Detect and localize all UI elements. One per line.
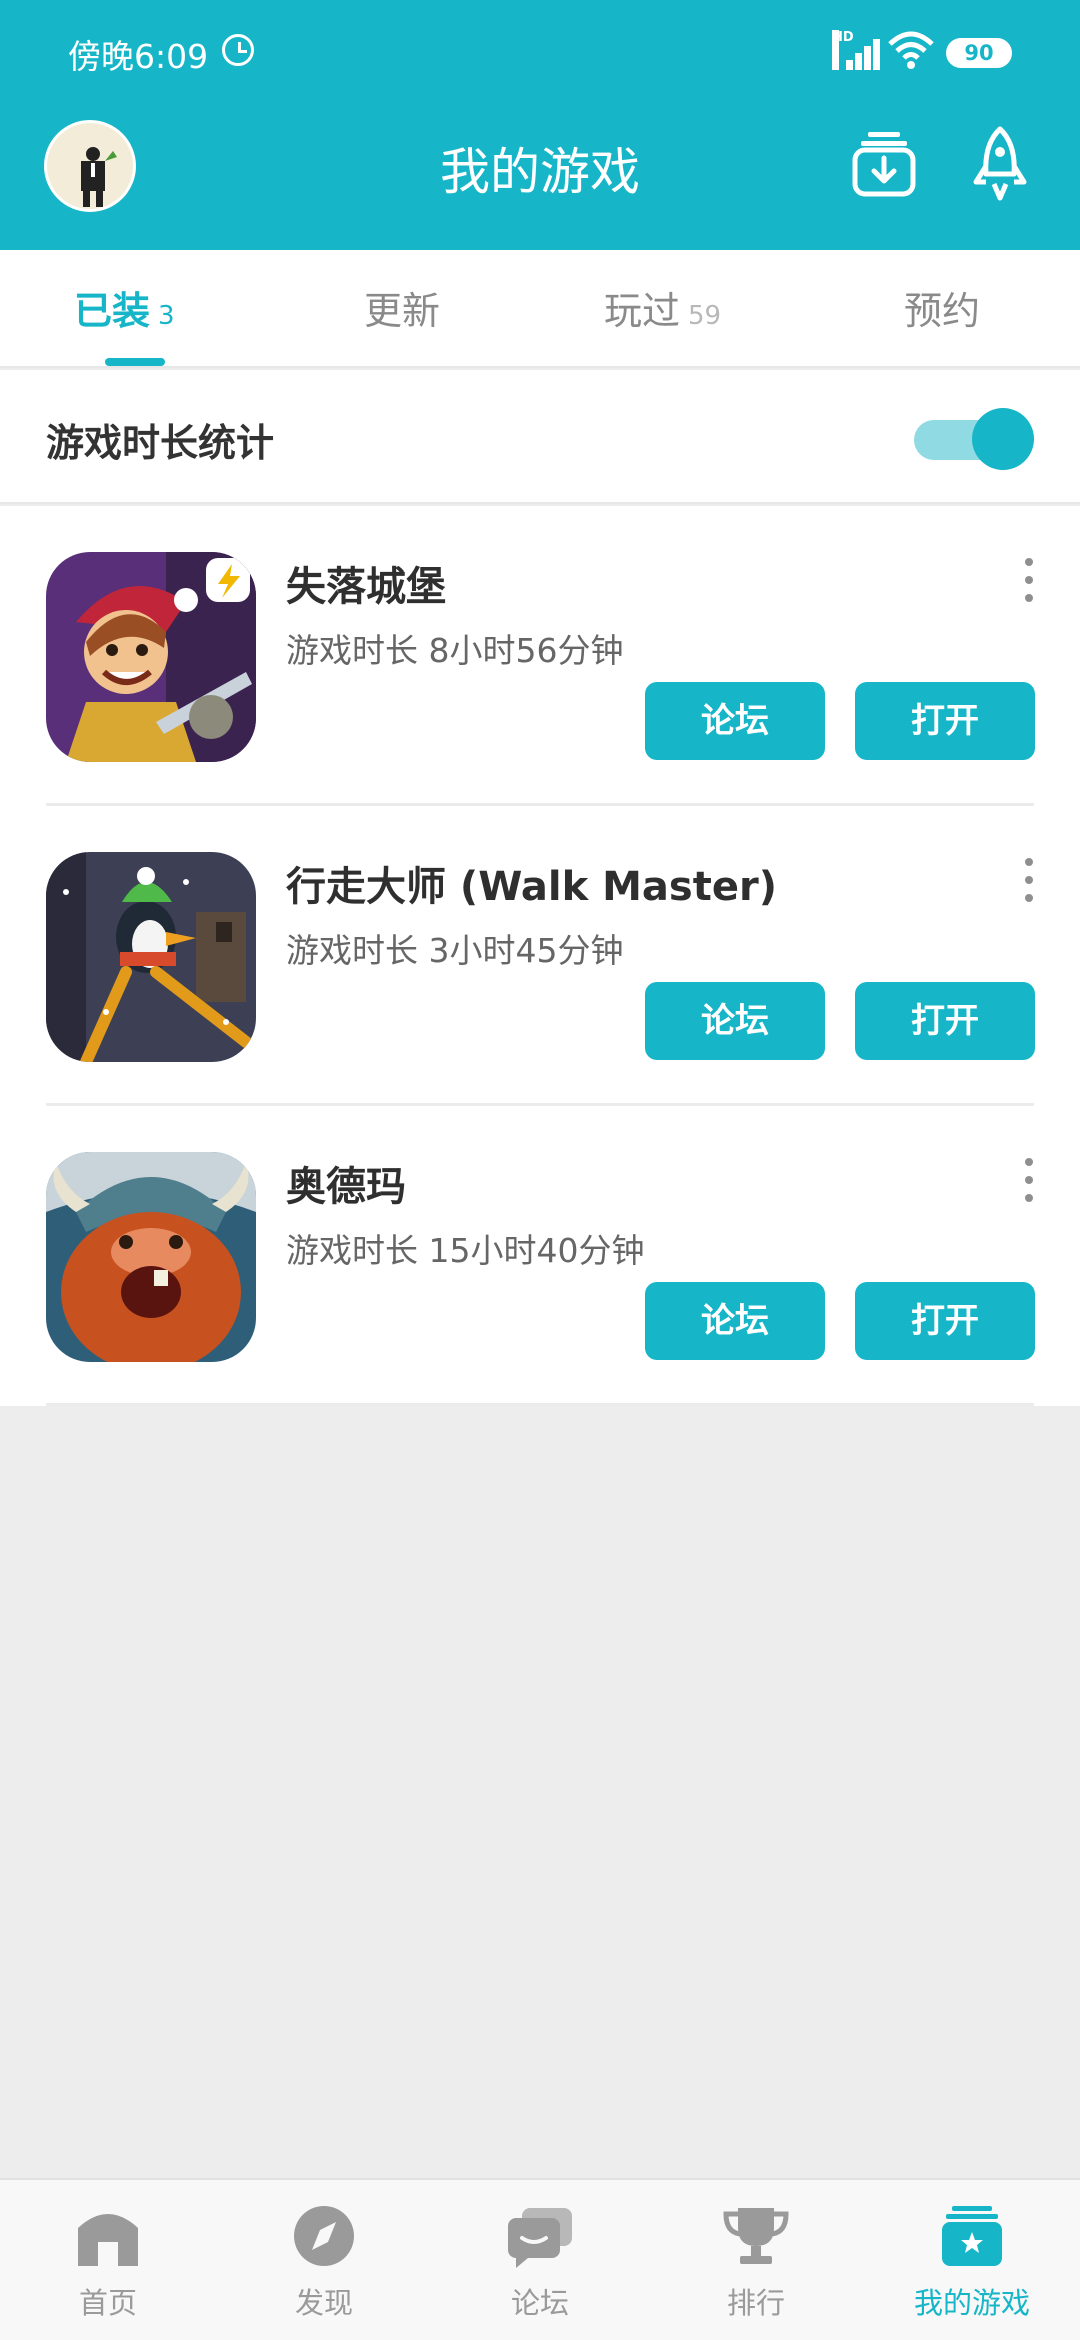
nav-item-ranking[interactable]: 排行	[648, 2180, 864, 2340]
home-icon	[78, 2214, 138, 2266]
game-playtime: 游戏时长 3小时45分钟	[286, 931, 624, 970]
forum-button[interactable]: 论坛	[645, 1282, 825, 1360]
more-options-icon[interactable]	[1022, 1158, 1036, 1206]
game-name: 行走大师 (Walk Master)	[286, 864, 777, 910]
playtime-stats-toggle[interactable]	[914, 408, 1034, 470]
open-button[interactable]: 打开	[855, 682, 1035, 760]
battery-icon: 90	[946, 38, 1012, 68]
cell-signal-icon: HD	[832, 30, 880, 70]
forum-button[interactable]: 论坛	[645, 982, 825, 1060]
walk-master-game-icon	[46, 852, 256, 1062]
tab-updates[interactable]: 更新	[364, 280, 440, 335]
divider	[46, 1403, 1034, 1406]
tab-label: 已装	[74, 289, 151, 333]
download-manager-icon[interactable]	[852, 130, 916, 198]
nav-label: 首页	[78, 2286, 137, 2320]
tab-label: 预约	[904, 289, 981, 333]
game-playtime: 游戏时长 8小时56分钟	[286, 631, 624, 670]
list-item[interactable]: 行走大师 (Walk Master) 游戏时长 3小时45分钟 论坛 打开	[0, 806, 1080, 1106]
status-time: 傍晚6:09	[68, 37, 209, 76]
toggle-knob	[972, 408, 1034, 470]
my-games-icon	[942, 2206, 1002, 2266]
nav-label: 论坛	[510, 2286, 569, 2320]
open-button[interactable]: 打开	[855, 982, 1035, 1060]
more-options-icon[interactable]	[1022, 858, 1036, 906]
nav-item-home[interactable]: 首页	[0, 2180, 216, 2340]
trophy-icon	[723, 2208, 789, 2264]
more-options-icon[interactable]	[1022, 558, 1036, 606]
game-playtime: 游戏时长 15小时40分钟	[286, 1231, 645, 1270]
forum-button[interactable]: 论坛	[645, 682, 825, 760]
tab-installed[interactable]: 已装 3	[74, 280, 175, 335]
game-name: 奥德玛	[286, 1164, 406, 1210]
tab-label: 玩过	[604, 289, 681, 333]
installed-game-list: 失落城堡 游戏时长 8小时56分钟 论坛 打开 行走大师 (Walk Maste…	[0, 506, 1080, 1406]
nav-item-my-games[interactable]: 我的游戏	[864, 2180, 1080, 2340]
alarm-icon	[222, 34, 254, 66]
page-title: 我的游戏	[440, 143, 640, 201]
nav-label: 排行	[726, 2286, 785, 2320]
playtime-stats-label: 游戏时长统计	[46, 421, 275, 465]
oddmar-game-icon	[46, 1152, 256, 1362]
tab-played[interactable]: 玩过 59	[604, 280, 721, 335]
tab-label: 更新	[364, 289, 441, 333]
tab-count: 59	[688, 301, 722, 331]
tab-count: 3	[158, 301, 175, 331]
open-button[interactable]: 打开	[855, 1282, 1035, 1360]
nav-item-discover[interactable]: 发现	[216, 2180, 432, 2340]
nav-label: 发现	[294, 2286, 353, 2320]
nav-item-forum[interactable]: 论坛	[432, 2180, 648, 2340]
rocket-icon[interactable]	[972, 126, 1028, 202]
lost-castle-game-icon	[46, 552, 256, 762]
compass-icon	[294, 2206, 354, 2266]
status-bar: 傍晚6:09 HD 90	[0, 0, 1080, 110]
list-item[interactable]: 奥德玛 游戏时长 15小时40分钟 论坛 打开	[0, 1106, 1080, 1406]
game-name: 失落城堡	[286, 564, 446, 610]
tab-indicator	[105, 358, 165, 366]
wifi-icon	[888, 31, 934, 69]
nav-label: 我的游戏	[913, 2286, 1030, 2320]
bottom-navigation: 首页 发现 论坛 排行 我的游戏	[0, 2178, 1080, 2340]
tab-bar: 已装 3 更新 玩过 59 预约	[0, 250, 1080, 368]
network-type: HD	[832, 30, 854, 70]
playtime-stats-row: 游戏时长统计	[0, 370, 1080, 504]
app-header: 我的游戏	[0, 110, 1080, 250]
tab-reserved[interactable]: 预约	[904, 280, 980, 335]
list-item[interactable]: 失落城堡 游戏时长 8小时56分钟 论坛 打开	[0, 506, 1080, 806]
forum-icon	[508, 2208, 572, 2268]
